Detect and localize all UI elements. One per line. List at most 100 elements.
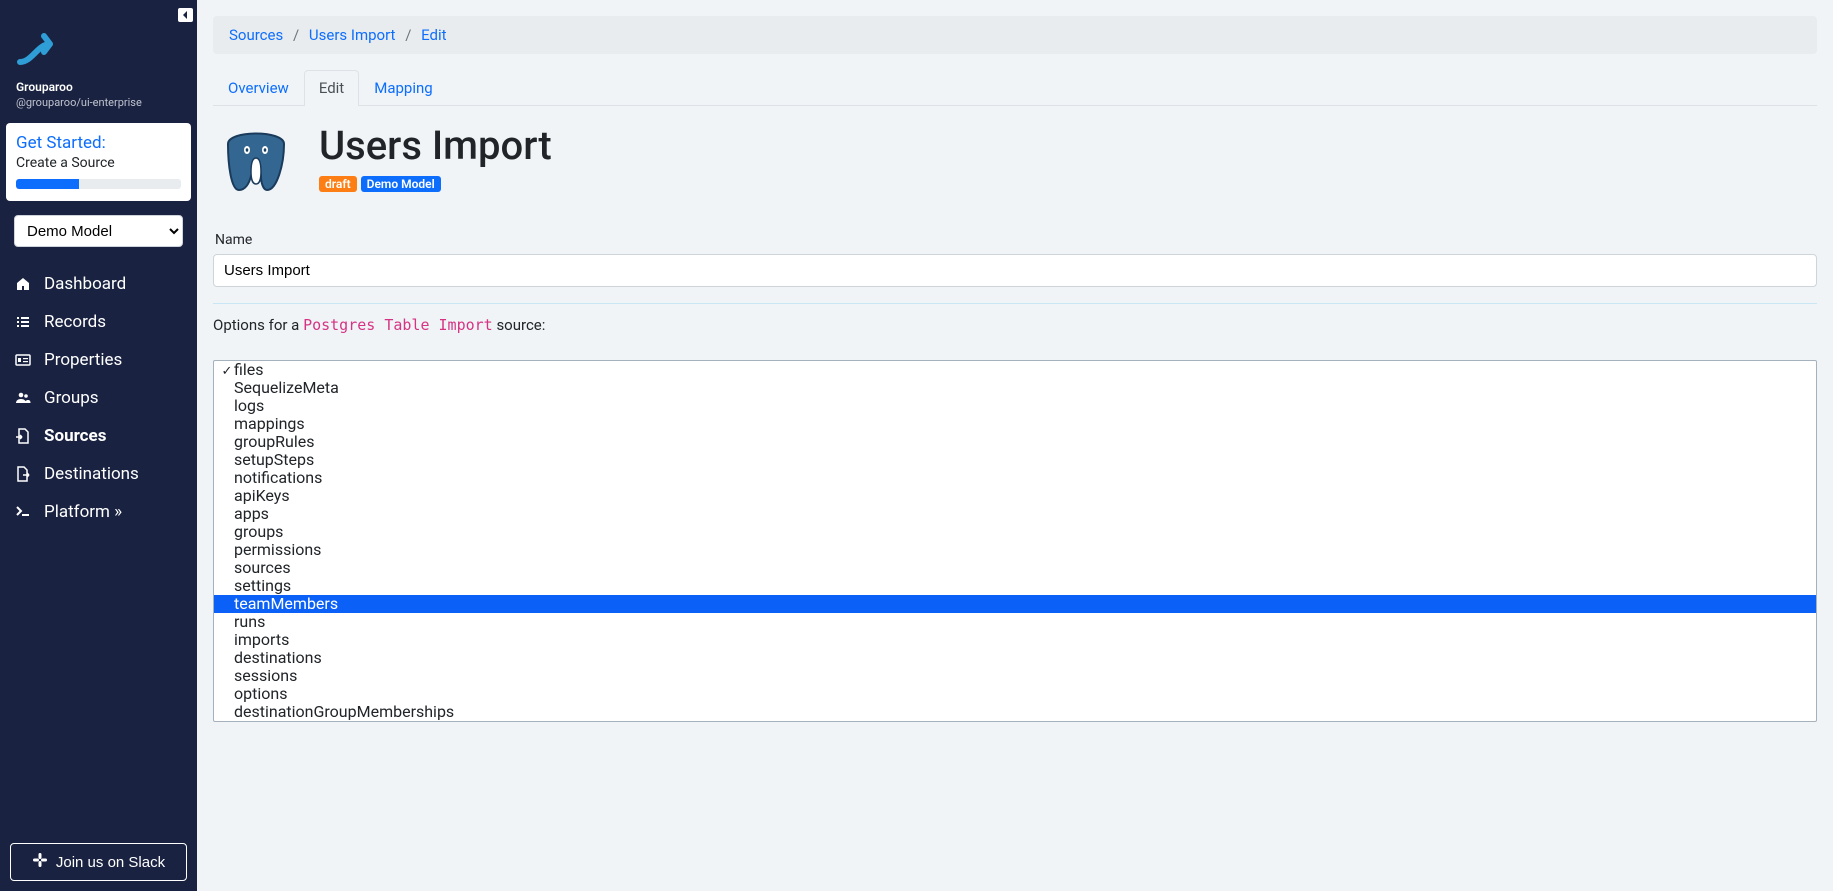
table-option-label: SequelizeMeta (234, 379, 339, 397)
form: Name Options for a Postgres Table Import… (197, 218, 1833, 752)
sidebar-item-label: Groups (44, 388, 99, 408)
table-option-label: apiKeys (234, 487, 290, 505)
sidebar-collapse-button[interactable] (178, 8, 193, 22)
page-header: Users Import draft Demo Model (197, 106, 1833, 218)
breadcrumb-sources[interactable]: Sources (229, 26, 283, 44)
brand-name: Grouparoo (0, 80, 197, 94)
join-slack-button[interactable]: Join us on Slack (10, 843, 187, 881)
table-option[interactable]: options (214, 685, 1816, 703)
get-started-step: Create a Source (16, 155, 181, 171)
sidebar-item-records[interactable]: Records (0, 303, 197, 341)
name-label: Name (215, 232, 1817, 248)
table-option-label: logs (234, 397, 264, 415)
badge-row: draft Demo Model (319, 176, 552, 192)
sidebar-item-label: Records (44, 312, 106, 332)
table-option[interactable]: teamMembers (214, 595, 1816, 613)
sidebar-item-label: Destinations (44, 464, 139, 484)
breadcrumb-users-import[interactable]: Users Import (309, 26, 396, 44)
terminal-icon (14, 503, 32, 521)
model-select-wrap: Demo Model (14, 215, 183, 247)
table-option-label: files (234, 361, 264, 379)
table-option-label: groups (234, 523, 283, 541)
table-option-label: sources (234, 559, 291, 577)
brand-sub: @grouparoo/ui-enterprise (0, 94, 197, 119)
table-option-label: runs (234, 613, 265, 631)
table-option[interactable]: sessions (214, 667, 1816, 685)
users-icon (14, 389, 32, 407)
table-option[interactable]: setupSteps (214, 451, 1816, 469)
sidebar-item-properties[interactable]: Properties (0, 341, 197, 379)
slack-button-label: Join us on Slack (56, 854, 165, 871)
sidebar-item-platform[interactable]: Platform » (0, 493, 197, 531)
postgres-icon (213, 124, 299, 210)
status-badge-draft: draft (319, 176, 357, 192)
table-option[interactable]: notifications (214, 469, 1816, 487)
table-option[interactable]: sources (214, 559, 1816, 577)
main-content: Sources / Users Import / Edit Overview E… (197, 0, 1833, 891)
table-option-label: imports (234, 631, 289, 649)
table-option-label: teamMembers (234, 595, 338, 613)
table-option[interactable]: permissions (214, 541, 1816, 559)
divider (213, 303, 1817, 304)
table-option-label: destinations (234, 649, 322, 667)
check-icon: ✓ (220, 363, 234, 381)
table-option[interactable]: ✓files (214, 361, 1816, 379)
table-dropdown-listbox[interactable]: ✓filesSequelizeMetalogsmappingsgroupRule… (213, 360, 1817, 722)
table-option-label: options (234, 685, 287, 703)
table-option[interactable]: imports (214, 631, 1816, 649)
breadcrumb-edit[interactable]: Edit (421, 26, 446, 44)
table-option-label: settings (234, 577, 291, 595)
get-started-progress (16, 179, 181, 189)
table-option-label: sessions (234, 667, 297, 685)
model-select[interactable]: Demo Model (14, 215, 183, 247)
table-option[interactable]: apps (214, 505, 1816, 523)
get-started-card[interactable]: Get Started: Create a Source (6, 123, 191, 201)
sidebar-item-dashboard[interactable]: Dashboard (0, 265, 197, 303)
id-card-icon (14, 351, 32, 369)
table-option-label: permissions (234, 541, 321, 559)
slack-wrap: Join us on Slack (0, 833, 197, 891)
table-option-label: groupRules (234, 433, 315, 451)
sidebar-item-groups[interactable]: Groups (0, 379, 197, 417)
file-import-icon (14, 427, 32, 445)
table-option[interactable]: destinationGroupMemberships (214, 703, 1816, 721)
home-icon (14, 275, 32, 293)
table-option[interactable]: groups (214, 523, 1816, 541)
table-option-label: setupSteps (234, 451, 314, 469)
get-started-title: Get Started: (16, 133, 181, 153)
table-option-label: apps (234, 505, 269, 523)
sidebar-item-sources[interactable]: Sources (0, 417, 197, 455)
sidebar-nav: Dashboard Records Properties Groups Sour… (0, 259, 197, 537)
model-badge: Demo Model (361, 176, 441, 192)
table-option[interactable]: runs (214, 613, 1816, 631)
table-option[interactable]: settings (214, 577, 1816, 595)
name-input[interactable] (213, 254, 1817, 287)
source-type-code: Postgres Table Import (303, 316, 493, 334)
sidebar-item-label: Properties (44, 350, 122, 370)
table-option[interactable]: logs (214, 397, 1816, 415)
breadcrumb: Sources / Users Import / Edit (213, 16, 1817, 54)
tab-overview[interactable]: Overview (213, 70, 304, 105)
options-label: Options for a Postgres Table Import sour… (213, 316, 1817, 334)
sidebar-item-label: Dashboard (44, 274, 126, 294)
table-option[interactable]: mappings (214, 415, 1816, 433)
table-option-label: destinationGroupMemberships (234, 703, 454, 721)
tab-mapping[interactable]: Mapping (359, 70, 447, 105)
tabs: Overview Edit Mapping (213, 70, 1817, 106)
table-option[interactable]: destinations (214, 649, 1816, 667)
tab-edit[interactable]: Edit (304, 70, 359, 105)
slack-icon (32, 852, 48, 872)
table-option-label: mappings (234, 415, 305, 433)
table-option[interactable]: SequelizeMeta (214, 379, 1816, 397)
logo (0, 0, 197, 80)
file-export-icon (14, 465, 32, 483)
sidebar-item-destinations[interactable]: Destinations (0, 455, 197, 493)
list-icon (14, 313, 32, 331)
table-option[interactable]: apiKeys (214, 487, 1816, 505)
sidebar-item-label: Sources (44, 426, 106, 446)
page-title: Users Import (319, 124, 552, 168)
table-option-label: notifications (234, 469, 322, 487)
sidebar-item-label: Platform » (44, 502, 122, 522)
table-option[interactable]: groupRules (214, 433, 1816, 451)
sidebar: Grouparoo @grouparoo/ui-enterprise Get S… (0, 0, 197, 891)
